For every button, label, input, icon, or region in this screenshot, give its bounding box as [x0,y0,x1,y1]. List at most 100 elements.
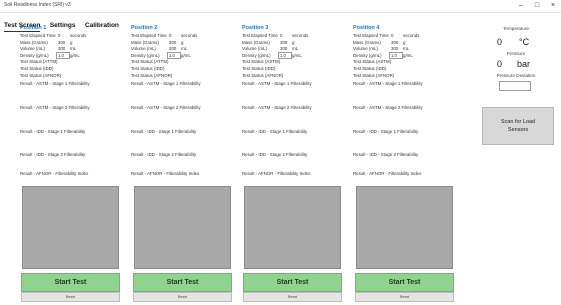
field-row: Density (g/mL) 1.0 g/mL [353,52,453,60]
field-label: Test Status (IDD) [131,65,165,71]
field-label: Volume (mL) [131,46,156,52]
field-row: Density (g/mL) 1.0 g/mL [20,52,120,60]
field-unit: seconds [70,33,87,38]
density-input[interactable]: 1.0 [167,52,181,60]
field-row: Density (g/mL) 1.0 g/mL [242,52,342,60]
field-row: Test Elapsed Time 0 seconds [131,33,231,40]
result-label: Result - AFNOR - Filterability Index [353,171,422,177]
field-label: Test Status (ASTM) [242,59,281,65]
maximize-button[interactable]: □ [529,0,545,12]
position-graph [356,186,453,269]
field-row: Test Status (IDD) [242,66,342,73]
position-graph [244,186,341,269]
field-value: 300 [169,39,177,45]
minimize-button[interactable]: – [513,0,529,12]
field-row: Test Status (AFNOR) [20,73,120,80]
field-label: Mass (Grams) [353,39,381,45]
start-test-button[interactable]: Start Test [243,273,342,292]
field-row: Test Elapsed Time 0 seconds [353,33,453,40]
field-label: Volume (mL) [353,46,378,52]
field-label: Test Status (AFNOR) [242,72,284,78]
field-row: Volume (mL) 300 mL [242,46,342,53]
field-row: Test Status (IDD) [20,66,120,73]
window-title: Soil Readiness Index (SRI) v3 [4,2,71,8]
position-panel-4: Position 4 Test Elapsed Time 0 seconds Mass … [353,25,453,176]
result-label: Result - ASTM - Stage 1 Filterability [353,81,423,87]
close-button[interactable]: × [545,0,561,12]
field-unit: mL [181,46,188,52]
field-row: Mass (Grams) 300 g [353,40,453,47]
field-row: Mass (Grams) 300 g [20,40,120,47]
result-label: Result - AFNOR - Filterability Index [131,171,200,177]
field-unit: seconds [292,33,309,38]
field-unit: g/mL [292,52,302,58]
field-row: Test Status (AFNOR) [131,73,231,80]
field-label: Test Status (IDD) [353,65,387,71]
scan-load-sensors-button[interactable]: Scan for Load Sensors [482,107,554,145]
density-input[interactable]: 1.0 [389,52,403,60]
start-test-button[interactable]: Start Test [21,273,120,292]
field-label: Test Elapsed Time [131,33,167,38]
result-label: Result - ASTM - Stage 1 Filterability [242,81,312,87]
field-unit: g [403,39,406,45]
title-bar: Soil Readiness Index (SRI) v3 – □ × [0,0,561,13]
density-input[interactable]: 1.0 [56,52,70,60]
field-value: 300 [391,46,399,52]
field-row: Volume (mL) 300 mL [131,46,231,53]
field-row: Volume (mL) 300 mL [20,46,120,53]
field-row: Test Status (IDD) [353,66,453,73]
reset-button[interactable]: Reset [133,292,232,302]
field-unit: mL [403,46,410,52]
field-value: 0 [58,33,61,38]
reset-button[interactable]: Reset [243,292,342,302]
field-row: Test Elapsed Time 0 seconds [242,33,342,40]
field-label: Test Status (AFNOR) [353,72,395,78]
field-row: Volume (mL) 300 mL [353,46,453,53]
field-label: Test Status (ATTM) [20,59,58,65]
position-panel-3: Position 3 Test Elapsed Time 0 seconds Mass … [242,25,342,176]
result-label: Result - IDD - Stage 2 Filterability [131,152,197,158]
result-label: Result - IDD - Stage 2 Filterability [353,152,419,158]
field-row: Density (g/mL) 1.0 g/mL [131,52,231,60]
field-label: Test Elapsed Time [353,33,389,38]
field-value: 0 [280,33,283,38]
field-label: Test Status (IDD) [20,65,54,71]
field-unit: seconds [181,33,198,38]
field-label: Test Elapsed Time [20,33,56,38]
field-unit: g [292,39,295,45]
pressure-deviation-field[interactable] [499,81,531,91]
position-title: Position 2 [131,25,158,31]
start-test-button[interactable]: Start Test [133,273,232,292]
result-label: Result - ASTM - Stage 1 Filterability [20,81,90,87]
result-label: Result - ASTM - Stage 2 Filterability [242,105,312,111]
field-row: Test Status (ATTM) [20,59,120,66]
result-label: Result - IDD - Stage 2 Filterability [242,152,308,158]
result-label: Result - IDD - Stage 1 Filterability [20,129,86,135]
field-unit: g [70,39,73,45]
field-value: 300 [58,46,66,52]
pressure-label: Pressure [506,51,526,56]
reset-button[interactable]: Reset [355,292,454,302]
pressure-deviation-label: Pressure Deviation [496,73,536,78]
field-value: 300 [58,39,66,45]
field-value: 300 [280,39,288,45]
field-label: Test Status (ASTM) [353,59,392,65]
field-label: Density (g/mL) [131,52,160,58]
field-unit: g/mL [403,52,413,58]
density-input[interactable]: 1.0 [278,52,292,60]
field-value: 300 [280,46,288,52]
field-unit: g [181,39,184,45]
position-graph [134,186,231,269]
pressure-value: 0 [497,59,503,69]
field-unit: mL [292,46,299,52]
result-label: Result - IDD - Stage 2 Filterability [20,152,86,158]
field-label: Volume (mL) [242,46,267,52]
field-row: Test Status (AFNOR) [353,73,453,80]
field-unit: g/mL [181,52,191,58]
field-row: Test Elapsed Time 0 seconds [20,33,120,40]
field-row: Test Status (AFNOR) [242,73,342,80]
reset-button[interactable]: Reset [21,292,120,302]
field-label: Mass (Grams) [20,39,48,45]
start-test-button[interactable]: Start Test [355,273,454,292]
field-label: Test Elapsed Time [242,33,278,38]
